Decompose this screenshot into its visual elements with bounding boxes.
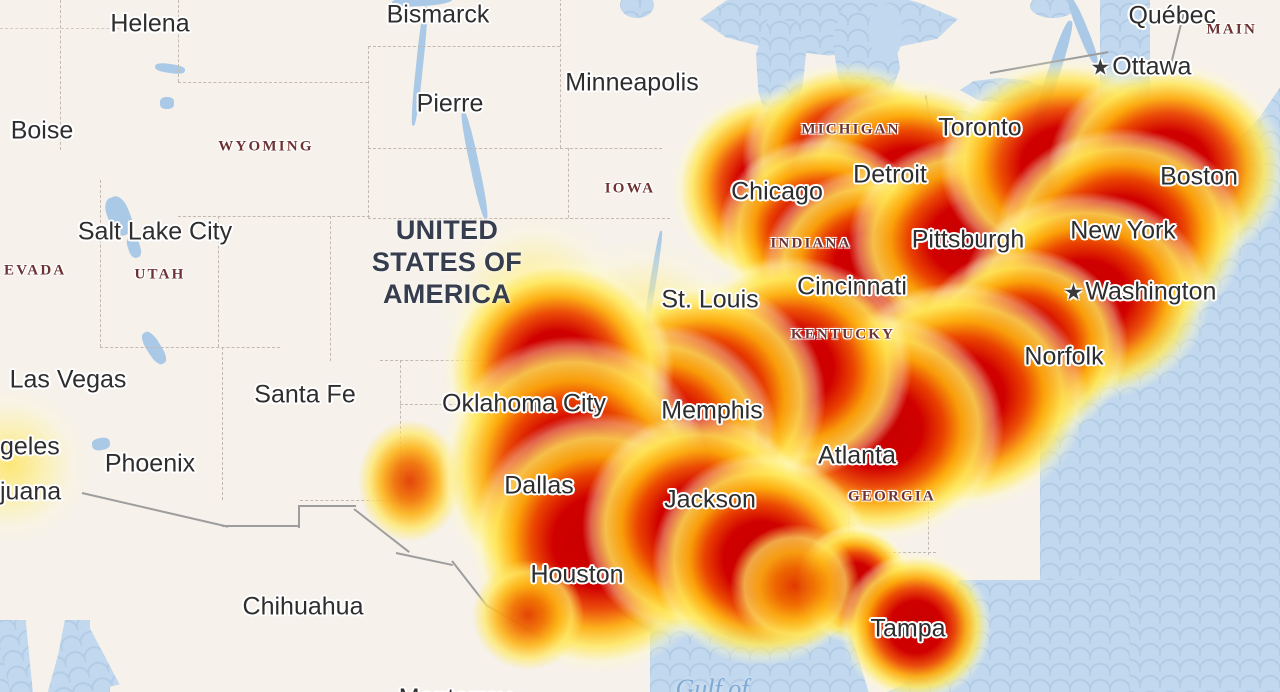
state-label-indiana[interactable]: INDIANA — [770, 236, 851, 253]
city-label-juana[interactable]: juana — [0, 478, 61, 507]
capital-label-text: Ottawa — [1112, 52, 1192, 81]
city-label-chicago[interactable]: Chicago — [731, 178, 823, 207]
city-label-salt-lake-city[interactable]: Salt Lake City — [78, 218, 232, 247]
city-label-geles[interactable]: geles — [0, 433, 60, 462]
city-label-dallas[interactable]: Dallas — [504, 472, 573, 501]
state-label-utah[interactable]: UTAH — [134, 267, 185, 284]
city-label-washington[interactable]: ★Washington — [1064, 278, 1217, 307]
city-label-atlanta[interactable]: Atlanta — [818, 442, 896, 471]
city-label-cincinnati[interactable]: Cincinnati — [797, 273, 907, 302]
heat-blob-gulf-coast-la — [730, 524, 860, 648]
city-label-pierre[interactable]: Pierre — [417, 90, 484, 119]
state-label-georgia[interactable]: GEORGIA — [848, 489, 936, 506]
city-label-bismarck[interactable]: Bismarck — [387, 1, 490, 30]
city-label-oklahoma-city[interactable]: Oklahoma City — [442, 390, 606, 419]
city-label-boston[interactable]: Boston — [1160, 163, 1238, 192]
state-label-wyoming[interactable]: WYOMING — [218, 139, 313, 156]
state-label-evada[interactable]: EVADA — [4, 263, 66, 280]
city-label-houston[interactable]: Houston — [530, 561, 623, 590]
capital-star-icon: ★ — [1063, 279, 1084, 305]
city-label-monterrey[interactable]: Monterrey — [399, 684, 512, 692]
city-label-las-vegas[interactable]: Las Vegas — [10, 366, 127, 395]
country-label-line-1: UNITED — [395, 215, 499, 246]
capital-star-icon: ★ — [1090, 54, 1111, 80]
city-label-minneapolis[interactable]: Minneapolis — [565, 69, 698, 98]
city-label-phoenix[interactable]: Phoenix — [105, 450, 195, 479]
city-label-st-louis[interactable]: St. Louis — [661, 286, 758, 315]
city-label-pittsburgh[interactable]: Pittsburgh — [912, 226, 1025, 255]
city-label-toronto[interactable]: Toronto — [938, 114, 1021, 143]
city-label-santa-fe[interactable]: Santa Fe — [254, 381, 355, 410]
state-label-main[interactable]: MAIN — [1207, 22, 1257, 39]
city-label-chihuahua[interactable]: Chihuahua — [243, 593, 364, 622]
city-label-memphis[interactable]: Memphis — [661, 397, 762, 426]
outage-heatmap-map[interactable]: Helena Bismarck Minneapolis Québec ★Ottawa Pi… — [0, 0, 1280, 692]
city-label-tampa[interactable]: Tampa — [870, 615, 945, 644]
city-label-qu-bec[interactable]: Québec — [1128, 2, 1216, 31]
city-label-detroit[interactable]: Detroit — [853, 161, 927, 190]
state-label-kentucky[interactable]: KENTUCKY — [791, 327, 895, 344]
state-label-michigan[interactable]: MICHIGAN — [801, 122, 900, 139]
city-label-ottawa[interactable]: ★Ottawa — [1091, 53, 1192, 82]
city-label-jackson[interactable]: Jackson — [664, 486, 756, 515]
city-label-helena[interactable]: Helena — [110, 10, 189, 39]
city-label-new-york[interactable]: New York — [1070, 217, 1176, 246]
country-label-line-2: STATES OF — [371, 247, 523, 278]
city-label-boise[interactable]: Boise — [11, 117, 74, 146]
country-label-line-3: AMERICA — [382, 278, 512, 309]
ocean-label-gulf-of-mexico: Gulf of — [675, 674, 749, 692]
capital-label-text: Washington — [1085, 277, 1217, 306]
heat-blob-los-angeles-edge — [0, 385, 90, 545]
state-label-iowa[interactable]: IOWA — [605, 181, 655, 198]
country-label-united-states: UNITED STATES OF AMERICA — [372, 215, 522, 311]
city-label-norfolk[interactable]: Norfolk — [1024, 343, 1103, 372]
